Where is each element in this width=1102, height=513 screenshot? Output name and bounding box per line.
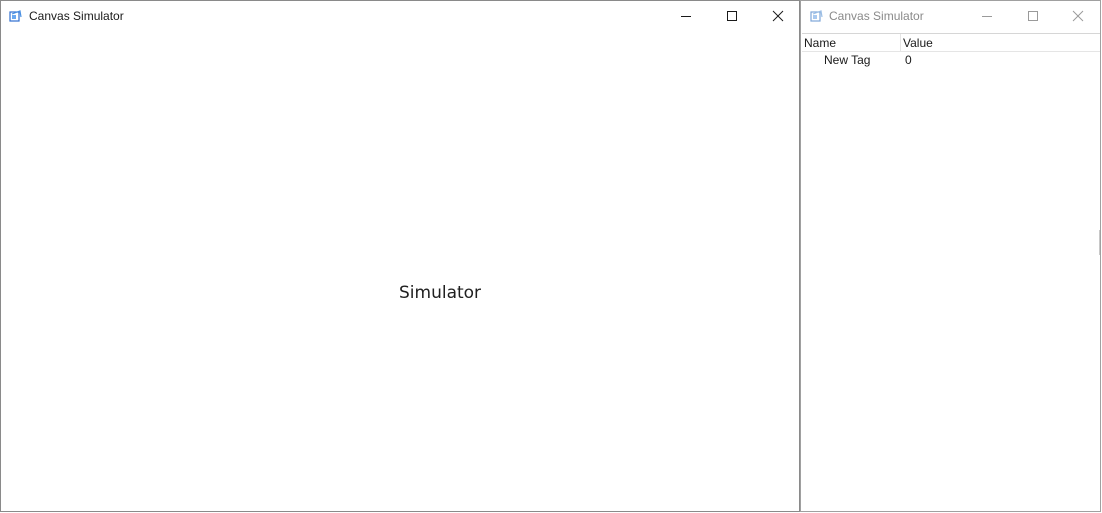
main-title-bar[interactable]: Canvas Simulator <box>1 1 799 31</box>
tag-table: Name Value New Tag 0 <box>802 33 1100 510</box>
close-icon <box>1072 10 1084 22</box>
tag-value-cell[interactable]: 0 <box>902 52 1100 69</box>
window-edge-resize-handle[interactable] <box>1099 230 1100 255</box>
maximize-icon <box>1028 11 1038 21</box>
tag-name-cell[interactable]: New Tag <box>802 52 902 69</box>
main-maximize-button[interactable] <box>709 1 755 31</box>
column-header-name[interactable]: Name <box>802 34 901 51</box>
minimize-icon <box>681 16 691 17</box>
canvas-simulator-text: Simulator <box>399 283 482 303</box>
tag-close-button[interactable] <box>1055 1 1101 31</box>
maximize-icon <box>727 11 737 21</box>
table-row[interactable]: New Tag 0 <box>802 52 1100 69</box>
tag-window-title-bar[interactable]: Canvas Simulator <box>801 1 1100 31</box>
minimize-icon <box>982 16 992 17</box>
column-header-value[interactable]: Value <box>901 34 1100 51</box>
desktop: Canvas Simulator Simulator Canvas Simula… <box>0 0 1102 513</box>
app-icon <box>9 10 22 22</box>
main-window-title: Canvas Simulator <box>29 9 124 23</box>
app-icon <box>810 10 823 22</box>
tag-list-window: Canvas Simulator Name Value New Tag 0 <box>800 0 1101 512</box>
tag-maximize-button[interactable] <box>1010 1 1056 31</box>
main-close-button[interactable] <box>755 1 801 31</box>
tag-window-title: Canvas Simulator <box>829 9 924 23</box>
main-minimize-button[interactable] <box>663 1 709 31</box>
main-simulator-window: Canvas Simulator Simulator <box>0 0 800 512</box>
tag-minimize-button[interactable] <box>964 1 1010 31</box>
tag-table-header: Name Value <box>802 34 1100 52</box>
close-icon <box>772 10 784 22</box>
